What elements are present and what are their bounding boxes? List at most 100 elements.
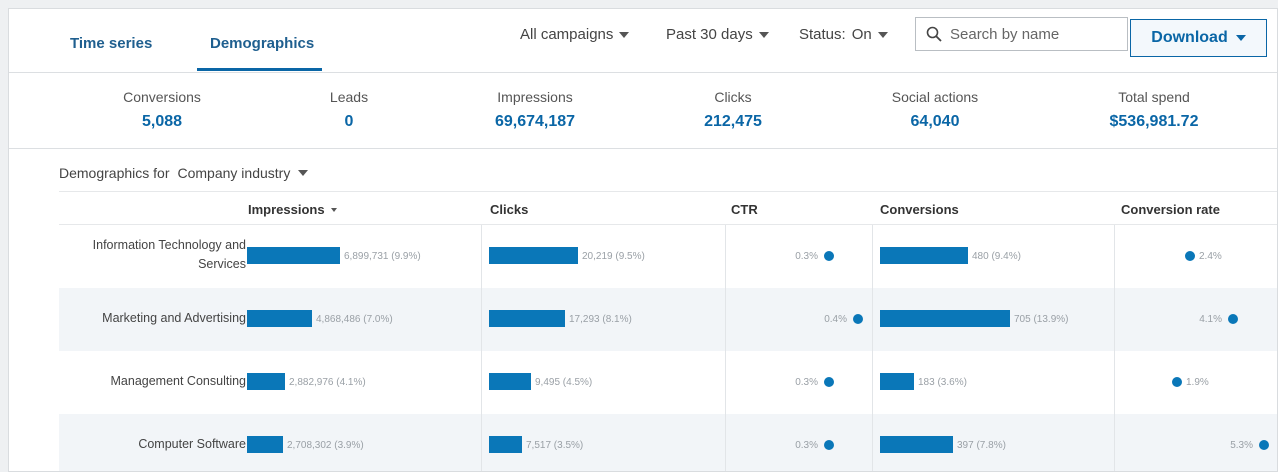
row-label-line: Management Consulting <box>110 374 247 388</box>
conversions-bar <box>880 247 968 264</box>
demographics-dropdown-value: Company industry <box>177 165 291 181</box>
metric-label: Leads <box>329 89 369 105</box>
tab-time-series[interactable]: Time series <box>70 35 152 52</box>
conversions-bar <box>880 373 914 390</box>
demographics-table: Impressions Clicks CTR Conversions Conve… <box>59 191 1277 471</box>
column-divider <box>872 351 873 414</box>
campaigns-dropdown-label: All campaigns <box>520 26 614 43</box>
column-divider <box>725 288 726 351</box>
row-label: Computer Software <box>66 435 246 454</box>
campaign-report-panel: Time series Demographics All campaigns P… <box>8 8 1278 472</box>
metric-value: 212,475 <box>704 113 762 130</box>
clicks-value: 7,517 (3.5%) <box>526 440 584 451</box>
ctr-dot <box>824 377 834 387</box>
column-header-label: Conversion rate <box>1121 202 1220 217</box>
column-divider <box>1114 288 1115 351</box>
demographics-dropdown[interactable]: Company industry <box>178 165 309 181</box>
tab-demographics[interactable]: Demographics <box>210 35 314 52</box>
impressions-value: 4,868,486 (7.0%) <box>316 314 393 325</box>
clicks-bar <box>489 436 522 453</box>
metric-leads: Leads 0 <box>249 89 449 131</box>
impressions-bar <box>247 373 285 390</box>
conversions-bar <box>880 436 953 453</box>
column-divider <box>481 414 482 471</box>
impressions-bar <box>247 247 340 264</box>
metrics-summary: Conversions 5,088 Leads 0 Impressions 69… <box>9 73 1277 149</box>
ctr-dot <box>824 440 834 450</box>
ctr-value: 0.3% <box>795 251 818 262</box>
conversions-value: 397 (7.8%) <box>957 440 1006 451</box>
conversion-rate-value: 4.1% <box>1199 314 1222 325</box>
date-range-dropdown[interactable]: Past 30 days <box>666 26 769 43</box>
table-body: Information Technology and Services 6,899,… <box>59 225 1277 471</box>
conversion-rate-dot <box>1185 251 1195 261</box>
clicks-bar <box>489 310 565 327</box>
conversion-rate-dot <box>1172 377 1182 387</box>
sort-caret-icon <box>330 207 337 212</box>
ctr-value: 0.3% <box>795 377 818 388</box>
column-header-conversion-rate[interactable]: Conversion rate <box>1121 202 1220 217</box>
column-header-clicks[interactable]: Clicks <box>490 202 528 217</box>
column-divider <box>481 225 482 288</box>
column-divider <box>725 414 726 471</box>
row-label: Management Consulting <box>66 372 247 391</box>
status-value: On <box>851 26 872 43</box>
column-divider <box>872 288 873 351</box>
column-divider <box>725 351 726 414</box>
clicks-bar <box>489 247 578 264</box>
conversion-rate-dot <box>1228 314 1238 324</box>
metric-value: 5,088 <box>141 113 183 130</box>
table-row: Management Consulting 2,882,976 (4.1%) 9,4… <box>59 351 1277 414</box>
metric-label: Social actions <box>891 89 979 105</box>
status-dropdown[interactable]: Status: On <box>799 26 888 43</box>
table-row: Information Technology and Services 6,899,… <box>59 225 1277 288</box>
column-divider <box>481 288 482 351</box>
active-tab-indicator <box>197 68 322 71</box>
metric-value: 0 <box>344 113 354 130</box>
column-divider <box>872 414 873 471</box>
column-divider <box>1114 225 1115 288</box>
conversion-rate-dot <box>1259 440 1269 450</box>
conversion-rate-value: 1.9% <box>1186 377 1209 388</box>
metric-total-spend: Total spend $536,981.72 <box>1054 89 1254 131</box>
impressions-bar <box>247 436 283 453</box>
metric-label: Conversions <box>123 89 201 105</box>
chevron-down-icon <box>877 31 888 38</box>
column-divider <box>1114 414 1115 471</box>
column-header-conversions[interactable]: Conversions <box>880 202 959 217</box>
table-row: Computer Software 2,708,302 (3.9%) 7,517 (… <box>59 414 1277 471</box>
chevron-down-icon <box>1235 35 1246 41</box>
report-header: Time series Demographics All campaigns P… <box>9 9 1277 73</box>
clicks-value: 20,219 (9.5%) <box>582 251 645 262</box>
ctr-value: 0.4% <box>824 314 847 325</box>
campaigns-dropdown[interactable]: All campaigns <box>520 26 630 43</box>
chevron-down-icon <box>758 31 769 38</box>
clicks-bar <box>489 373 531 390</box>
search-icon <box>926 26 942 42</box>
column-header-impressions[interactable]: Impressions <box>248 202 337 217</box>
row-label-line: Marketing and Advertising <box>102 311 246 325</box>
impressions-value: 2,708,302 (3.9%) <box>287 440 364 451</box>
metric-value: 64,040 <box>910 113 960 130</box>
demographics-prefix: Demographics for <box>59 165 170 181</box>
search-input[interactable]: Search by name <box>915 17 1128 51</box>
impressions-bar <box>247 310 312 327</box>
metric-social-actions: Social actions 64,040 <box>835 89 1035 131</box>
conversions-value: 705 (13.9%) <box>1014 314 1069 325</box>
date-range-label: Past 30 days <box>666 26 753 43</box>
column-header-ctr[interactable]: CTR <box>731 202 758 217</box>
download-button[interactable]: Download <box>1130 19 1267 57</box>
impressions-value: 2,882,976 (4.1%) <box>289 377 366 388</box>
metric-value: $536,981.72 <box>1109 113 1199 130</box>
clicks-value: 17,293 (8.1%) <box>569 314 632 325</box>
chevron-down-icon <box>619 31 630 38</box>
table-header: Impressions Clicks CTR Conversions Conve… <box>59 191 1277 225</box>
row-label-line: Information Technology and <box>92 238 246 252</box>
conversions-value: 183 (3.6%) <box>918 377 967 388</box>
conversion-rate-value: 2.4% <box>1199 251 1222 262</box>
impressions-value: 6,899,731 (9.9%) <box>344 251 421 262</box>
clicks-value: 9,495 (4.5%) <box>535 377 593 388</box>
column-divider <box>481 351 482 414</box>
row-label-line: Services <box>198 257 246 271</box>
column-divider <box>1114 351 1115 414</box>
